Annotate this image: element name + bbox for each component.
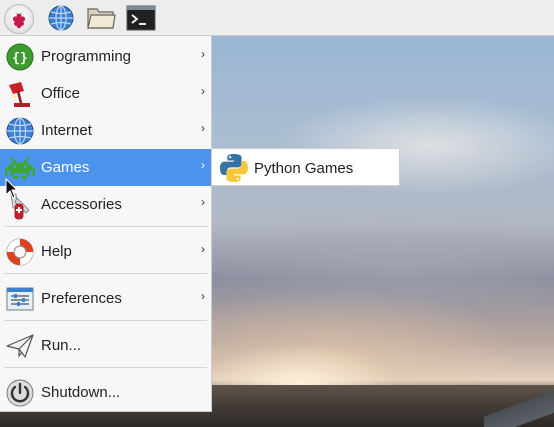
menu-item-label: Shutdown... [41, 384, 121, 401]
submenu-item-label: Python Games [254, 160, 354, 177]
menu-divider [4, 273, 207, 274]
submenu-arrow-icon: › [201, 84, 205, 98]
menu-item-label: Run... [41, 337, 82, 354]
menu-divider [4, 226, 207, 227]
main-menu-button[interactable] [4, 4, 34, 34]
wallpaper-road [484, 387, 554, 427]
menu-item-games[interactable]: Games › [0, 149, 211, 186]
menu-divider [4, 367, 207, 368]
menu-item-label: Preferences [41, 290, 122, 307]
help-lifebuoy-icon [4, 236, 36, 268]
menu-item-label: Accessories [41, 196, 122, 213]
file-manager-button[interactable] [86, 3, 116, 33]
raspberry-menu-icon [12, 11, 26, 29]
preferences-icon [4, 283, 36, 315]
terminal-icon [126, 5, 156, 31]
shutdown-power-icon [4, 377, 36, 409]
taskbar [0, 0, 554, 36]
svg-text:{}: {} [12, 51, 28, 66]
menu-divider [4, 320, 207, 321]
submenu-arrow-icon: › [201, 121, 205, 135]
menu-item-label: Programming [41, 48, 132, 65]
main-menu: {} Programming › Office › Internet › Gam… [0, 36, 212, 412]
submenu-arrow-icon: › [201, 289, 205, 303]
menu-item-label: Internet [41, 122, 92, 139]
menu-item-office[interactable]: Office › [0, 75, 211, 112]
menu-item-label: Help [41, 243, 72, 260]
python-icon [218, 152, 250, 184]
terminal-button[interactable] [126, 3, 156, 33]
submenu-item-python-games[interactable]: Python Games [212, 149, 399, 185]
menu-item-shutdown[interactable]: Shutdown... [0, 374, 211, 411]
internet-globe-icon [4, 115, 36, 147]
menu-item-programming[interactable]: {} Programming › [0, 38, 211, 75]
file-manager-folder-icon [87, 8, 116, 29]
menu-item-help[interactable]: Help › [0, 233, 211, 270]
mouse-cursor-icon [5, 178, 19, 199]
menu-item-accessories[interactable]: Accessories › [0, 186, 211, 223]
web-browser-globe-icon [48, 5, 74, 31]
submenu-arrow-icon: › [201, 242, 205, 256]
games-submenu: Python Games [211, 148, 400, 186]
menu-item-run[interactable]: Run... [0, 327, 211, 364]
submenu-arrow-icon: › [201, 47, 205, 61]
run-paper-plane-icon [4, 330, 36, 362]
menu-item-label: Office [41, 85, 80, 102]
office-lamp-icon [4, 78, 36, 110]
submenu-arrow-icon: › [201, 195, 205, 209]
menu-item-internet[interactable]: Internet › [0, 112, 211, 149]
submenu-arrow-icon: › [201, 158, 205, 172]
menu-item-label: Games [41, 159, 90, 176]
web-browser-button[interactable] [46, 3, 76, 33]
programming-icon: {} [4, 41, 36, 73]
menu-item-preferences[interactable]: Preferences › [0, 280, 211, 317]
